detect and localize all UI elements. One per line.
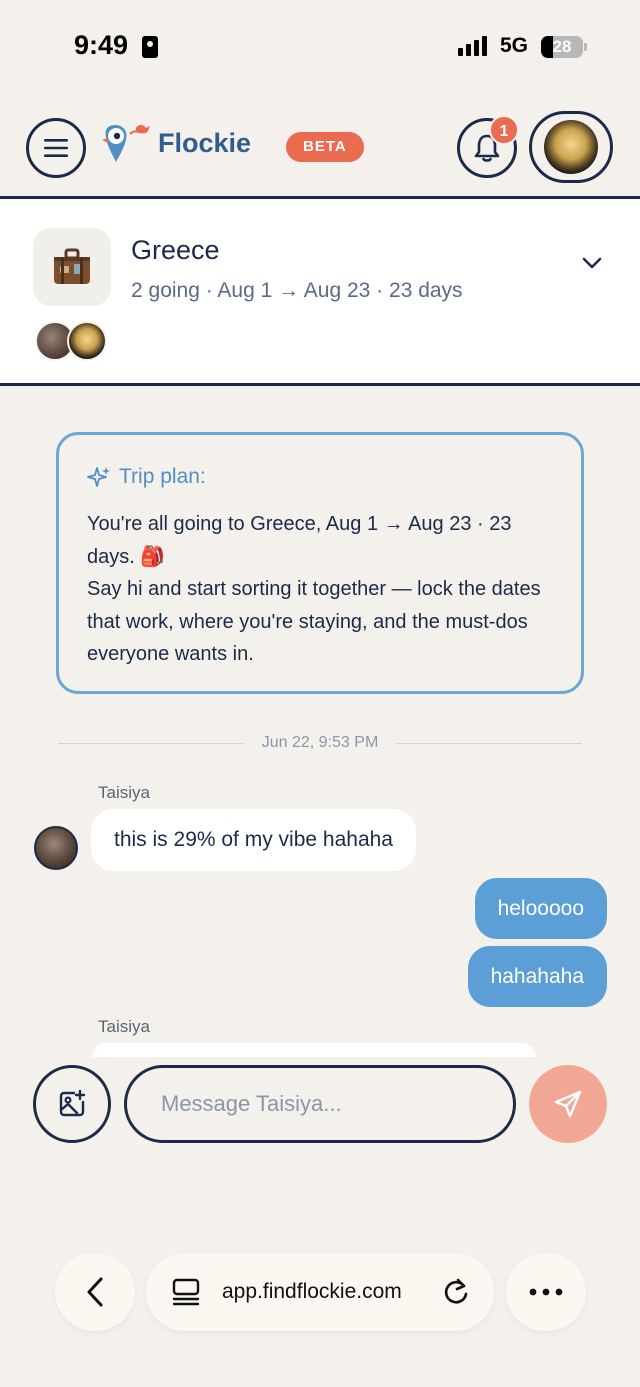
message-input[interactable] bbox=[124, 1065, 516, 1143]
trip-plan-title: Trip plan: bbox=[87, 465, 206, 489]
chat-date-divider: Jun 22, 9:53 PM bbox=[58, 734, 583, 752]
profile-avatar bbox=[544, 120, 598, 174]
message-bubble-outgoing[interactable]: helooooo bbox=[474, 878, 607, 939]
message-bubble-incoming[interactable] bbox=[92, 1043, 536, 1057]
sparkle-icon bbox=[87, 467, 110, 487]
battery-level: 28 bbox=[552, 37, 572, 56]
app-header: Flockie BETA bbox=[0, 96, 640, 196]
more-icon bbox=[529, 1288, 563, 1296]
message-sender: Taisiya bbox=[98, 783, 150, 802]
message-sender: Taisiya bbox=[98, 1017, 150, 1036]
trip-members[interactable] bbox=[35, 321, 107, 361]
back-button[interactable] bbox=[55, 1253, 135, 1331]
divider-line bbox=[396, 742, 583, 744]
send-icon bbox=[554, 1090, 582, 1118]
menu-button[interactable] bbox=[26, 118, 86, 178]
message-bubble-incoming[interactable]: this is 29% of my vibe hahaha bbox=[91, 809, 416, 871]
member-avatar-me bbox=[67, 321, 107, 361]
flockie-logo-icon bbox=[102, 125, 150, 162]
trip-title: Greece bbox=[131, 235, 220, 265]
divider-line bbox=[58, 742, 244, 744]
status-bar: 9:49 5G 28 bbox=[0, 0, 640, 96]
trip-plan-card: Trip plan: You're all going to Greece, A… bbox=[56, 432, 584, 694]
trip-card[interactable]: Greece 2 going · Aug 1 → Aug 23 · 23 day… bbox=[0, 196, 640, 386]
reader-icon[interactable] bbox=[172, 1278, 200, 1306]
trip-plan-label: Trip plan: bbox=[119, 465, 206, 488]
profile-button[interactable] bbox=[529, 111, 613, 183]
battery-tip bbox=[584, 43, 587, 51]
battery-icon: 28 bbox=[541, 36, 583, 58]
message-bubble-outgoing[interactable]: hahahaha bbox=[467, 946, 607, 1007]
address-bar[interactable]: app.findflockie.com bbox=[146, 1253, 494, 1331]
beta-badge: BETA bbox=[286, 132, 364, 162]
chevron-down-icon[interactable] bbox=[580, 255, 604, 271]
notification-badge: 1 bbox=[489, 115, 519, 145]
status-time: 9:49 bbox=[74, 30, 129, 60]
send-button[interactable] bbox=[529, 1065, 607, 1143]
trip-plan-line-2: Say hi and start sorting it together — l… bbox=[87, 578, 541, 665]
trip-meta: 2 going · Aug 1 → Aug 23 · 23 days bbox=[131, 279, 463, 302]
attach-image-button[interactable] bbox=[33, 1065, 111, 1143]
sender-avatar[interactable] bbox=[34, 826, 78, 870]
network-label: 5G bbox=[500, 34, 529, 57]
id-card-icon bbox=[142, 36, 158, 58]
image-add-icon bbox=[59, 1089, 86, 1117]
suitcase-icon bbox=[33, 228, 111, 306]
brand-name[interactable]: Flockie bbox=[158, 128, 251, 159]
hamburger-icon bbox=[44, 139, 68, 157]
trip-plan-line-1: You're all going to Greece, Aug 1 → Aug … bbox=[87, 513, 512, 568]
trip-plan-text: You're all going to Greece, Aug 1 → Aug … bbox=[87, 508, 561, 671]
reload-icon[interactable] bbox=[442, 1277, 470, 1307]
chat-timestamp: Jun 22, 9:53 PM bbox=[261, 734, 379, 751]
browser-toolbar: app.findflockie.com bbox=[0, 1240, 640, 1340]
url-text[interactable]: app.findflockie.com bbox=[222, 1280, 402, 1304]
chevron-left-icon bbox=[87, 1277, 103, 1307]
more-button[interactable] bbox=[506, 1253, 586, 1331]
signal-icon bbox=[458, 36, 487, 56]
